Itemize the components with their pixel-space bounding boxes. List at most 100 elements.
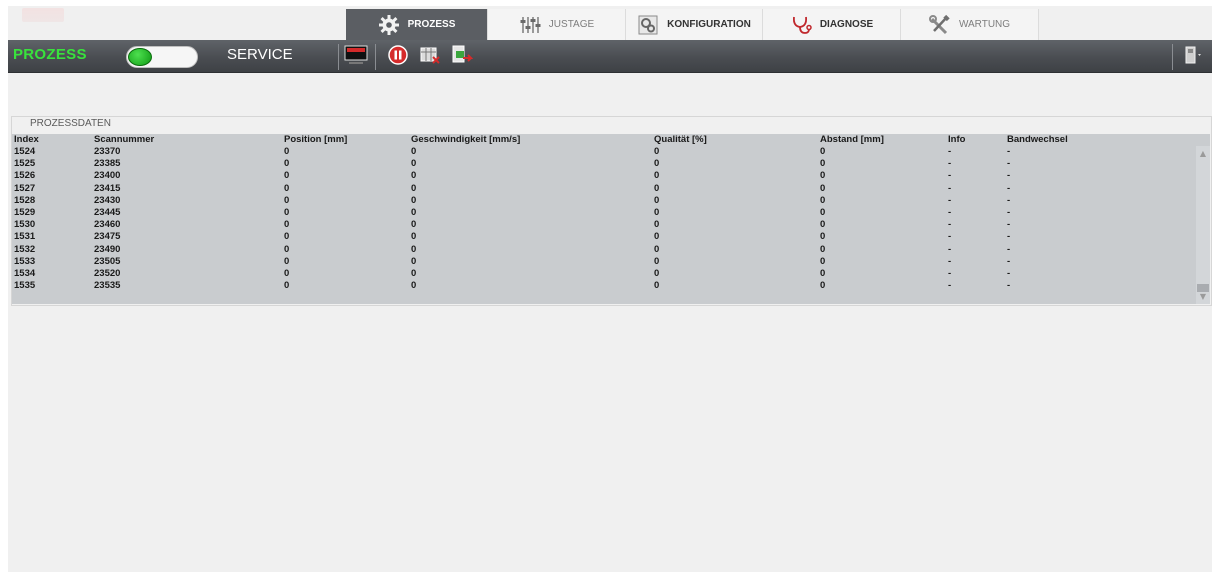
table-cell: 0 [284,146,290,157]
table-cell: 1534 [14,268,36,279]
display-icon [344,44,368,71]
tab-justage[interactable]: JUSTAGE [488,9,626,40]
table-cell: 0 [411,194,417,206]
table-header: Index Scannummer Position [mm] Geschwind… [12,134,1198,146]
table-cell: 1529 [14,207,36,218]
export-icon [451,44,474,71]
table-cell: 0 [654,207,660,218]
scroll-thumb[interactable] [1197,284,1209,292]
table-row[interactable]: 1533 23505 0 0 0 0 - - [12,256,1198,268]
table-cell: 0 [411,182,417,194]
table-cell: 1530 [14,219,36,231]
table-cell: 0 [411,146,417,157]
column-header[interactable]: Qualität [%] [654,134,707,145]
table-cell: 0 [411,207,417,218]
table-cell: 0 [284,268,290,279]
table-cell: 0 [820,158,826,170]
column-header[interactable]: Geschwindigkeit [mm/s] [411,134,520,145]
service-label[interactable]: SERVICE [227,46,293,63]
column-header[interactable]: Abstand [mm] [820,134,884,145]
vertical-scrollbar[interactable]: ▲ ▼ [1196,146,1210,304]
table-row[interactable]: 1524 23370 0 0 0 0 - - [12,146,1198,158]
table-cell: 0 [411,170,417,182]
tab-wartung[interactable]: WARTUNG [901,9,1039,40]
table-cell: 23505 [94,255,121,267]
table-cell: - [1007,268,1011,279]
table-row[interactable]: 1534 23520 0 0 0 0 - - [12,268,1198,280]
table-cell: 0 [820,146,826,157]
table-cell: 0 [820,219,826,231]
display-button[interactable] [343,44,369,70]
main-tabs: PROZESS JUSTAGE KONFIGURATION DIAGNOSE W… [346,9,1039,40]
column-header[interactable]: Index [14,134,39,145]
table-cell: - [948,219,952,231]
table-cell: 0 [284,231,290,243]
table-row[interactable]: 1531 23475 0 0 0 0 - - [12,231,1198,243]
table-cell: 0 [284,182,290,194]
table-cell: 23475 [94,231,121,243]
table-cell: 1528 [14,194,36,206]
table-cell: - [1007,231,1011,243]
tab-diagnose-label: DIAGNOSE [819,19,874,30]
table-cell: 0 [820,194,826,206]
app-window: PROZESS JUSTAGE KONFIGURATION DIAGNOSE W… [8,6,1212,572]
pause-button[interactable] [385,44,411,70]
table-cell: 0 [654,243,660,255]
scroll-down-icon[interactable]: ▼ [1198,292,1208,302]
group-title: PROZESSDATEN [30,118,111,129]
table-row[interactable]: 1535 23535 0 0 0 0 - - [12,280,1198,292]
table-cell: - [1007,194,1011,206]
scroll-up-icon[interactable]: ▲ [1198,149,1208,159]
table-cell: 0 [654,280,660,292]
table-cell: - [1007,219,1011,231]
table-cell: - [1007,280,1011,292]
table-cell: - [1007,158,1011,170]
clear-table-button[interactable] [417,44,443,70]
table-cell: 0 [411,268,417,279]
process-data-table: Index Scannummer Position [mm] Geschwind… [12,134,1210,304]
table-cell: 0 [654,170,660,182]
column-header[interactable]: Bandwechsel [1007,134,1068,145]
sliders-icon [519,14,541,36]
clear-table-icon [419,44,441,71]
tab-diagnose[interactable]: DIAGNOSE [763,9,901,40]
export-button[interactable] [449,44,475,70]
table-cell: 23520 [94,268,121,279]
table-cell: 0 [820,207,826,218]
table-cell: 0 [820,255,826,267]
table-cell: 0 [284,255,290,267]
table-row[interactable]: 1527 23415 0 0 0 0 - - [12,183,1198,195]
tab-konfiguration[interactable]: KONFIGURATION [626,9,763,40]
tab-bar: PROZESS JUSTAGE KONFIGURATION DIAGNOSE W… [8,6,1212,40]
table-cell: - [948,158,952,170]
table-cell: 0 [654,219,660,231]
device-menu-button[interactable] [1180,44,1206,70]
table-row[interactable]: 1530 23460 0 0 0 0 - - [12,219,1198,231]
table-row[interactable]: 1529 23445 0 0 0 0 - - [12,207,1198,219]
config-gears-icon [637,14,659,36]
device-menu-icon [1182,44,1204,71]
table-cell: 0 [411,231,417,243]
table-cell: - [948,243,952,255]
table-cell: 0 [654,231,660,243]
table-cell: 0 [654,182,660,194]
table-row[interactable]: 1525 23385 0 0 0 0 - - [12,158,1198,170]
table-cell: 0 [411,158,417,170]
tab-prozess[interactable]: PROZESS [346,9,488,40]
table-cell: - [948,194,952,206]
column-header[interactable]: Scannummer [94,134,154,145]
gear-icon [378,14,400,36]
column-header[interactable]: Position [mm] [284,134,347,145]
table-cell: 23535 [94,280,121,292]
table-cell: - [948,182,952,194]
mode-toggle-switch[interactable] [126,46,198,68]
column-header[interactable]: Info [948,134,965,145]
table-row[interactable]: 1526 23400 0 0 0 0 - - [12,170,1198,182]
table-cell: 0 [284,207,290,218]
table-cell: 0 [820,182,826,194]
table-cell: 0 [820,170,826,182]
table-row[interactable]: 1532 23490 0 0 0 0 - - [12,244,1198,256]
table-cell: 23430 [94,194,121,206]
table-row[interactable]: 1528 23430 0 0 0 0 - - [12,195,1198,207]
table-cell: - [948,255,952,267]
